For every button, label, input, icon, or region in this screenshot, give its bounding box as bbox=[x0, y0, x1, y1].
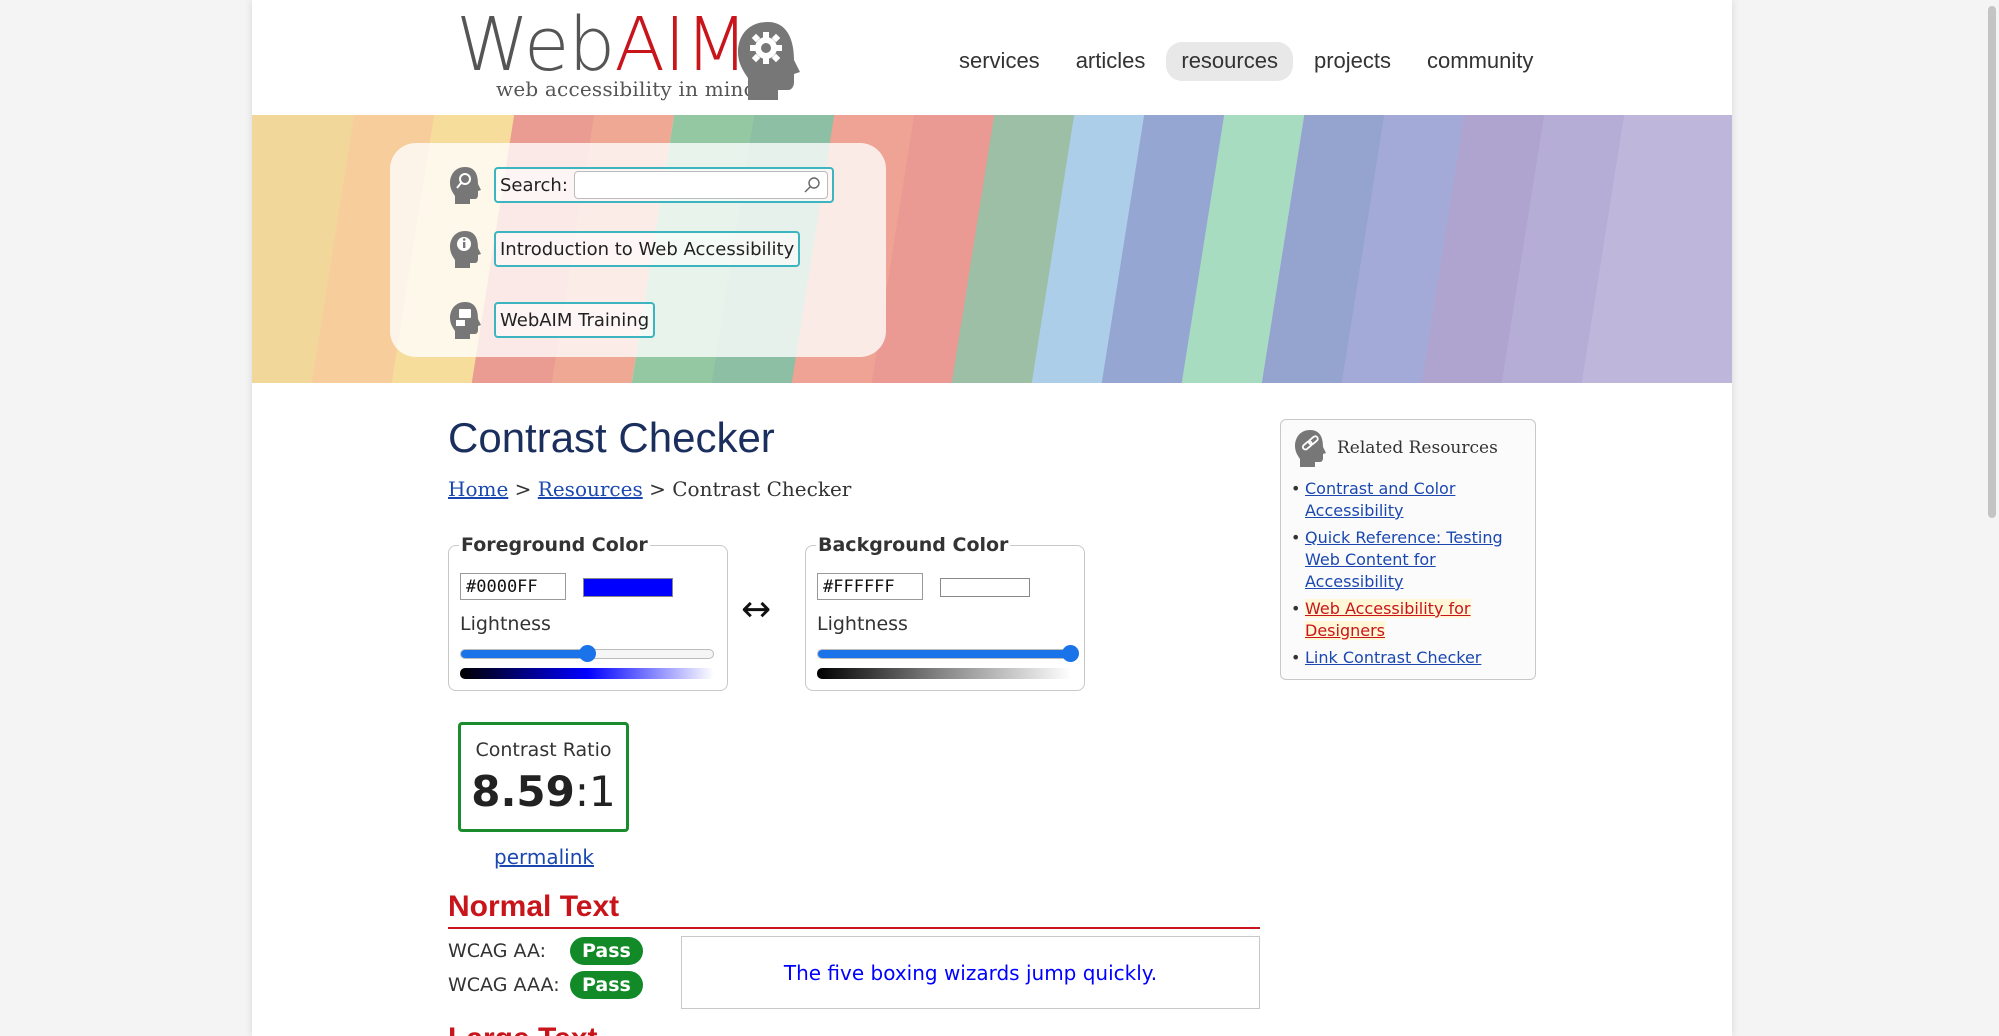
intro-accessibility-link[interactable]: Introduction to Web Accessibility bbox=[494, 231, 801, 267]
breadcrumb-separator: > bbox=[514, 477, 532, 501]
background-lightness-gradient bbox=[817, 668, 1071, 679]
webaim-logo[interactable]: WebAIM web accessibility in mind bbox=[456, 8, 816, 106]
nav-services[interactable]: services bbox=[944, 42, 1055, 81]
related-resources-title: Related Resources bbox=[1337, 438, 1498, 458]
head-gear-icon bbox=[738, 22, 800, 100]
related-resources-list: Contrast and Color Accessibility Quick R… bbox=[1291, 478, 1527, 674]
related-resources-header: Related Resources bbox=[1293, 428, 1498, 468]
page-title: Contrast Checker bbox=[448, 414, 775, 461]
breadcrumb-resources[interactable]: Resources bbox=[538, 477, 643, 501]
related-link-contrast-color[interactable]: Contrast and Color Accessibility bbox=[1305, 479, 1455, 520]
wcag-aa-label: WCAG AA: bbox=[448, 940, 547, 962]
intro-row: Introduction to Web Accessibility bbox=[448, 229, 801, 269]
foreground-lightness-label: Lightness bbox=[460, 613, 551, 635]
nav-community[interactable]: community bbox=[1412, 42, 1548, 81]
pass-badge: Pass bbox=[570, 937, 643, 965]
foreground-hex-input[interactable]: #0000FF bbox=[460, 573, 566, 600]
quick-links-panel: Search: Introduction to Web Accessibilit… bbox=[390, 143, 886, 357]
normal-text-sample: The five boxing wizards jump quickly. bbox=[681, 936, 1260, 1009]
head-link-icon bbox=[1295, 430, 1326, 467]
permalink-link[interactable]: permalink bbox=[494, 845, 594, 869]
nav-resources[interactable]: resources bbox=[1166, 42, 1293, 81]
list-item: Web Accessibility for Designers bbox=[1291, 598, 1527, 642]
background-hex-input[interactable]: #FFFFFF bbox=[817, 573, 923, 600]
related-link-link-contrast[interactable]: Link Contrast Checker bbox=[1305, 648, 1481, 667]
normal-aa-row: WCAG AA: Pass bbox=[448, 937, 643, 965]
search-input[interactable] bbox=[573, 171, 828, 199]
breadcrumb-home[interactable]: Home bbox=[448, 477, 508, 501]
page-scrollbar[interactable] bbox=[1984, 0, 1999, 1036]
head-search-icon bbox=[450, 167, 481, 204]
background-legend: Background Color bbox=[816, 534, 1011, 556]
normal-aaa-row: WCAG AAA: Pass bbox=[448, 971, 643, 999]
contrast-ratio-label: Contrast Ratio bbox=[475, 739, 612, 761]
foreground-color-fieldset: Foreground Color #0000FF Lightness bbox=[448, 534, 728, 691]
webaim-training-link[interactable]: WebAIM Training bbox=[494, 302, 656, 338]
breadcrumb-current: Contrast Checker bbox=[672, 477, 852, 501]
pass-badge: Pass bbox=[570, 971, 643, 999]
scrollbar-thumb[interactable] bbox=[1988, 6, 1996, 518]
wcag-aaa-label: WCAG AAA: bbox=[448, 974, 560, 996]
nav-articles[interactable]: articles bbox=[1061, 42, 1161, 81]
background-color-picker[interactable] bbox=[940, 578, 1030, 597]
foreground-legend: Foreground Color bbox=[459, 534, 650, 556]
search-row: Search: bbox=[448, 165, 834, 205]
list-item: Quick Reference: Testing Web Content for… bbox=[1291, 527, 1527, 593]
contrast-ratio-value: 8.59:1 bbox=[471, 767, 616, 816]
contrast-ratio-box: Contrast Ratio 8.59:1 bbox=[458, 722, 629, 832]
slider-thumb[interactable] bbox=[579, 645, 596, 662]
search-label: Search: bbox=[500, 174, 568, 196]
slider-fill bbox=[461, 650, 587, 658]
background-color-fieldset: Background Color #FFFFFF Lightness bbox=[805, 534, 1085, 691]
large-text-heading: Large Text bbox=[448, 1022, 598, 1036]
head-training-icon bbox=[450, 302, 481, 339]
related-resources-panel: Related Resources Contrast and Color Acc… bbox=[1280, 419, 1536, 680]
head-info-icon bbox=[450, 231, 481, 268]
logo-tagline: web accessibility in mind bbox=[496, 77, 757, 101]
background-lightness-label: Lightness bbox=[817, 613, 908, 635]
slider-thumb[interactable] bbox=[1062, 645, 1079, 662]
list-item: Contrast and Color Accessibility bbox=[1291, 478, 1527, 522]
normal-text-heading: Normal Text bbox=[448, 890, 1260, 929]
swap-colors-icon[interactable]: ↔ bbox=[741, 592, 771, 628]
background-lightness-slider[interactable] bbox=[817, 645, 1079, 662]
foreground-lightness-slider[interactable] bbox=[460, 645, 714, 662]
slider-fill bbox=[818, 650, 1070, 658]
foreground-lightness-gradient bbox=[460, 668, 714, 679]
related-link-designers[interactable]: Web Accessibility for Designers bbox=[1305, 599, 1471, 640]
hero-banner: Search: Introduction to Web Accessibilit… bbox=[252, 115, 1732, 383]
list-item: Link Contrast Checker bbox=[1291, 647, 1527, 669]
foreground-color-picker[interactable] bbox=[583, 578, 673, 597]
logo-wordmark: WebAIM bbox=[456, 2, 749, 88]
breadcrumb: Home > Resources > Contrast Checker bbox=[448, 477, 851, 501]
search-box: Search: bbox=[494, 167, 834, 203]
page-container: WebAIM web accessibility in mind service… bbox=[252, 0, 1732, 1036]
main-nav: services articles resources projects com… bbox=[944, 42, 1548, 81]
training-row: WebAIM Training bbox=[448, 300, 656, 340]
search-icon[interactable] bbox=[803, 176, 821, 194]
nav-projects[interactable]: projects bbox=[1299, 42, 1406, 81]
breadcrumb-separator: > bbox=[649, 477, 666, 501]
related-link-quick-reference[interactable]: Quick Reference: Testing Web Content for… bbox=[1305, 528, 1503, 591]
